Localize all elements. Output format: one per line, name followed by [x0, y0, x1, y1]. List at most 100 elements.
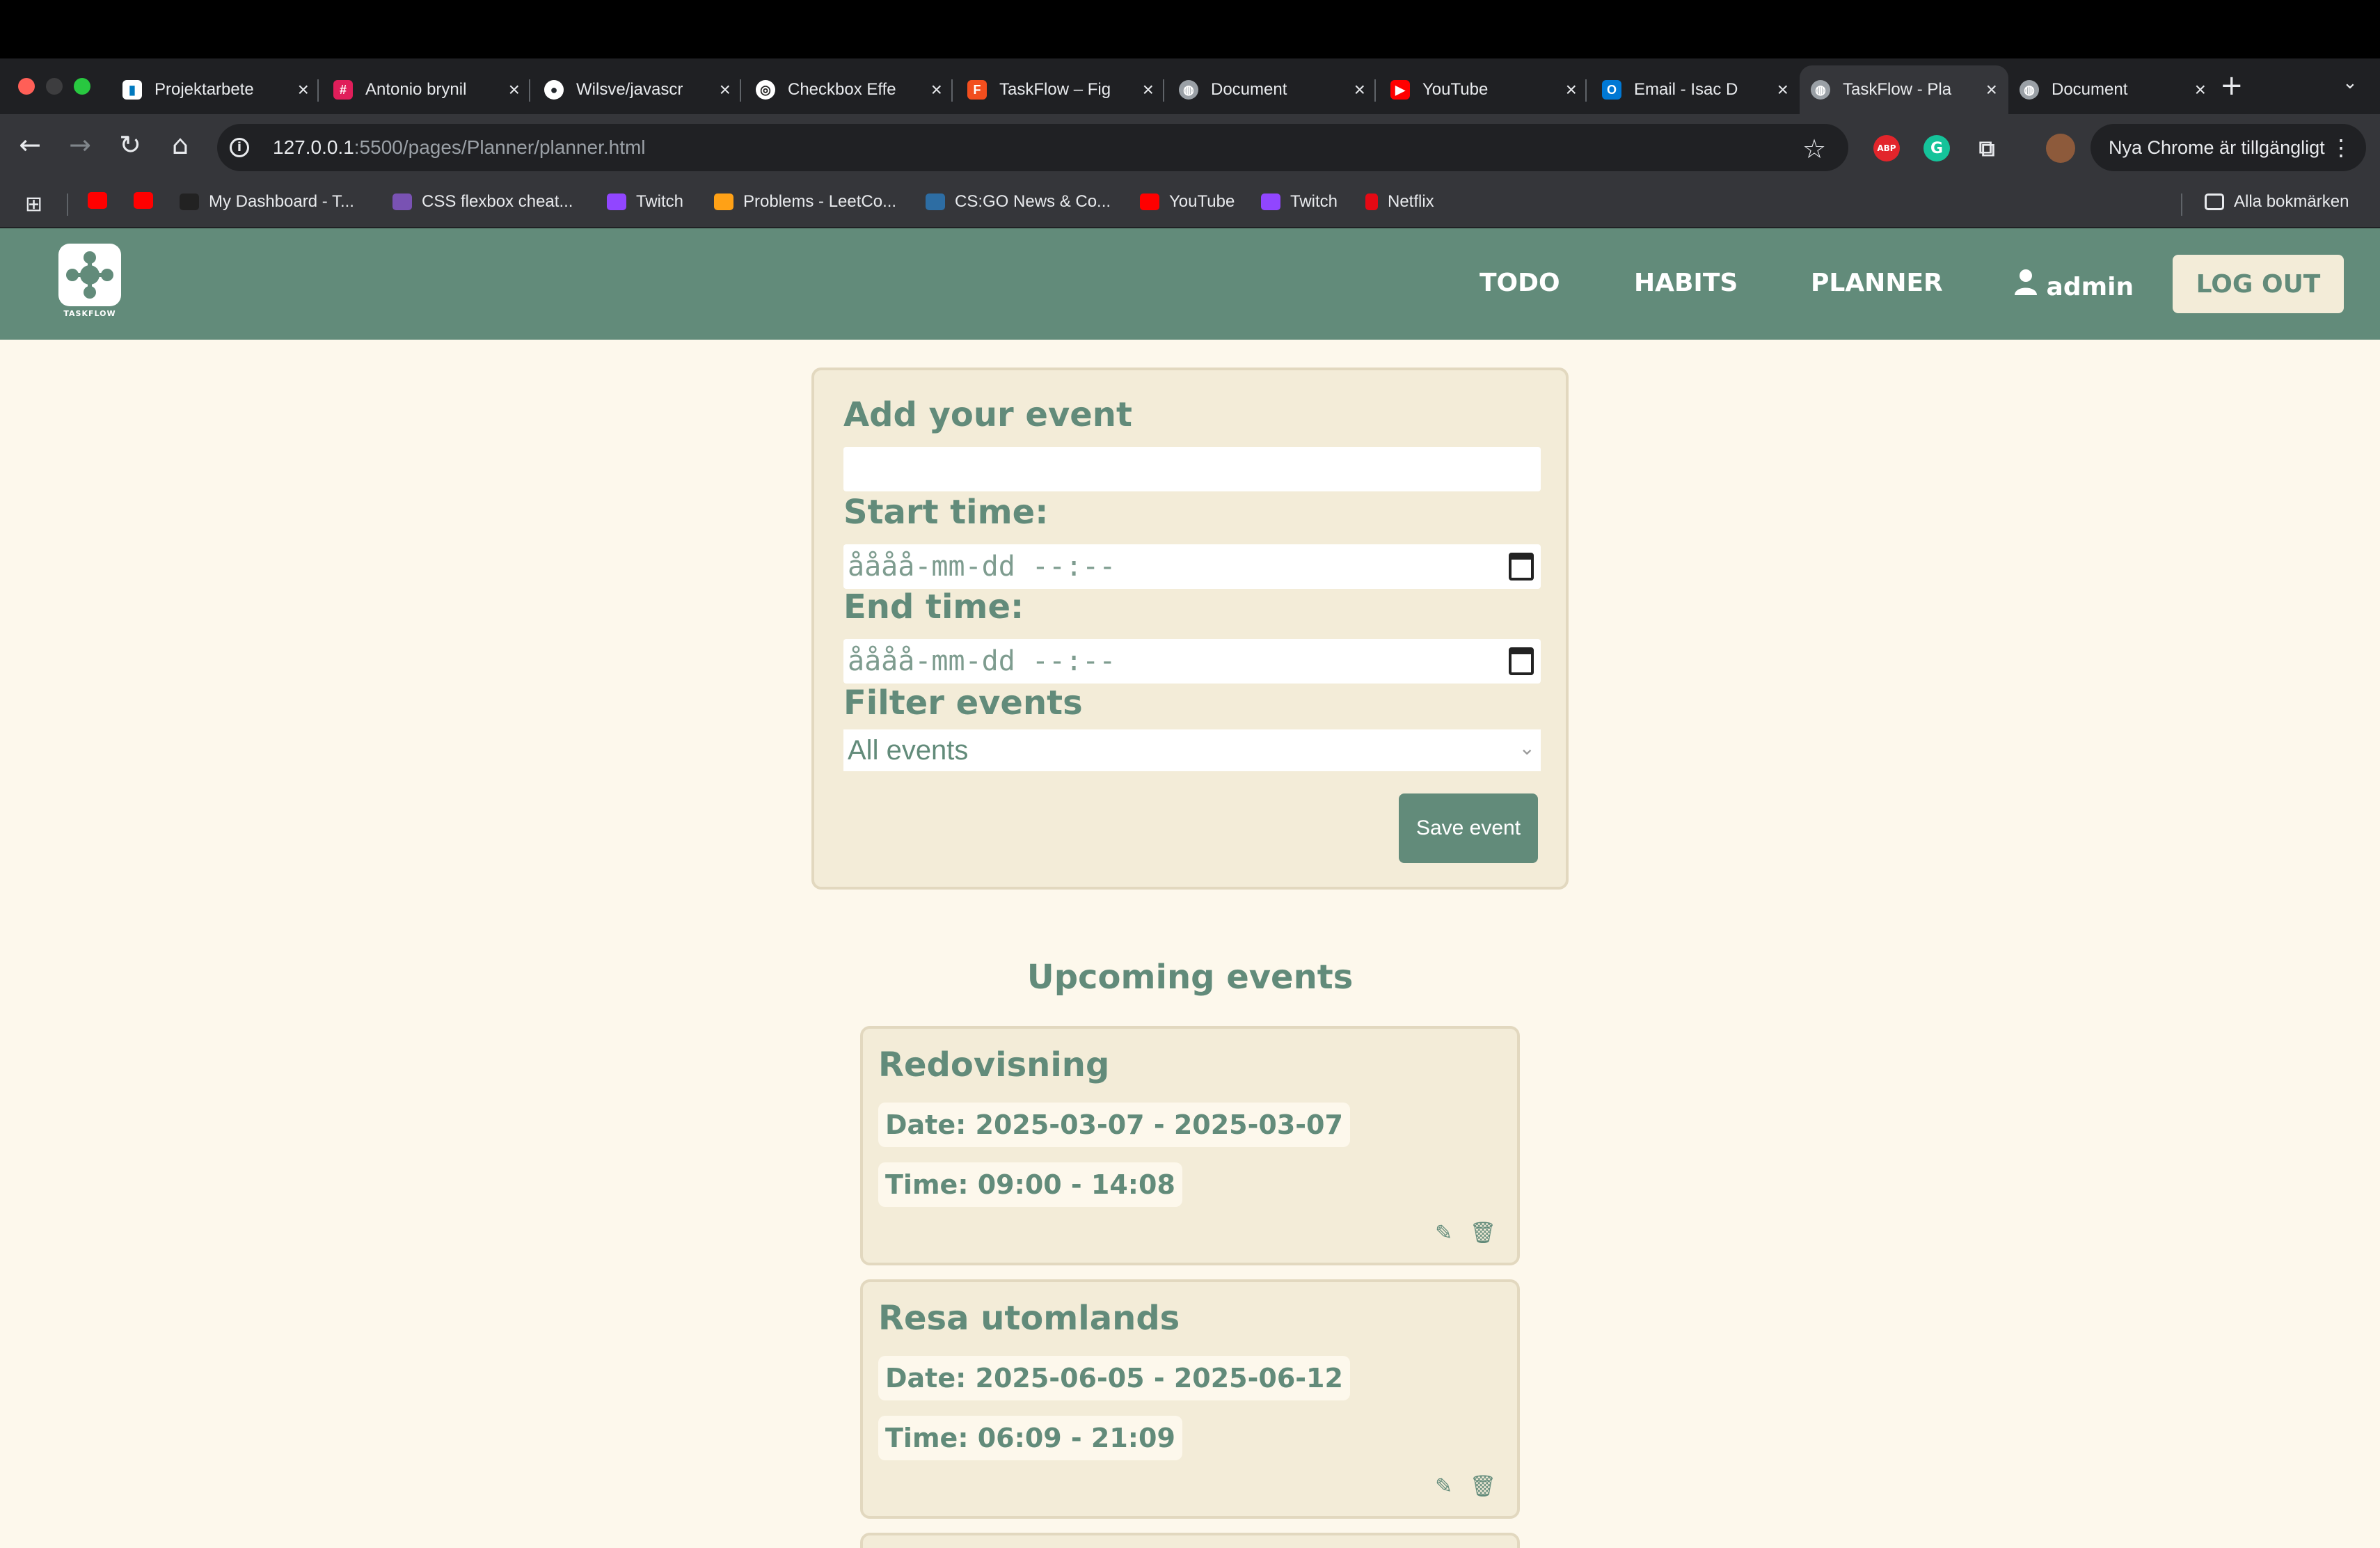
edit-icon[interactable]: ✎ [1435, 1221, 1452, 1245]
codepen-icon: ◎ [756, 80, 775, 100]
event-date: Date: 2025-03-07 - 2025-03-07 [878, 1103, 1350, 1147]
bookmark-label: Netflix [1388, 192, 1434, 211]
end-time-label: End time: [843, 587, 1024, 626]
close-tab-icon[interactable]: × [1354, 79, 1365, 101]
youtube-icon: ▶ [1390, 80, 1410, 100]
new-tab-plus-icon[interactable]: + [2220, 70, 2244, 102]
tab-divider [1163, 79, 1164, 102]
browser-tab-strip: ▮ Projektarbete × # Antonio brynil × ● W… [0, 58, 2380, 114]
reload-icon[interactable]: ↻ [113, 129, 148, 160]
bookmark-item[interactable]: Problems - LeetCo... [714, 192, 896, 212]
start-time-input[interactable]: åååå-mm-dd --:-- [843, 544, 1541, 589]
filter-selected-value: All events [848, 734, 969, 766]
browser-tab[interactable]: ● Wilsve/javascr × [533, 65, 742, 114]
bookmark-item[interactable]: Netflix [1365, 192, 1434, 212]
start-time-placeholder: åååå-mm-dd --:-- [848, 551, 1116, 583]
end-time-input[interactable]: åååå-mm-dd --:-- [843, 639, 1541, 684]
close-tab-icon[interactable]: × [2195, 79, 2206, 101]
bookmark-youtube-1[interactable] [88, 192, 117, 209]
close-tab-icon[interactable]: × [931, 79, 942, 101]
browser-tab[interactable]: ◎ Checkbox Effe × [745, 65, 953, 114]
nav-todo[interactable]: TODO [1479, 269, 1560, 297]
tab-search-chevron-icon[interactable]: ⌄ [2342, 72, 2358, 93]
tab-divider [317, 79, 319, 102]
tab-title: TaskFlow - Pla [1843, 80, 1952, 99]
filter-events-label: Filter events [843, 684, 1083, 722]
youtube-icon [134, 192, 153, 209]
tab-title: YouTube [1422, 80, 1489, 99]
browser-tab-active[interactable]: ◍ TaskFlow - Pla × [1800, 65, 2008, 114]
forward-arrow-icon[interactable]: → [63, 129, 97, 160]
tab-title: Wilsve/javascr [576, 80, 683, 99]
profile-avatar[interactable] [2046, 134, 2075, 163]
browser-tab[interactable]: O Email - Isac D × [1591, 65, 1800, 114]
taskflow-logo[interactable] [58, 244, 121, 306]
upcoming-events-heading: Upcoming events [1026, 958, 1354, 997]
tab-divider [740, 79, 741, 102]
close-window-button[interactable] [18, 78, 35, 95]
close-tab-icon[interactable]: × [1986, 79, 1997, 101]
browser-tab[interactable]: ◍ Document × [2008, 65, 2217, 114]
bookmark-star-icon[interactable]: ☆ [1802, 134, 1826, 164]
bookmarks-bar: ⊞ My Dashboard - T... CSS flexbox cheat.… [0, 181, 2380, 228]
close-tab-icon[interactable]: × [1777, 79, 1788, 101]
filter-events-select[interactable]: All events ⌄ [843, 729, 1541, 771]
bookmark-label: CSS flexbox cheat... [422, 192, 573, 211]
maximize-window-button[interactable] [74, 78, 90, 95]
bookmark-label: CS:GO News & Co... [955, 192, 1111, 211]
close-tab-icon[interactable]: × [1566, 79, 1577, 101]
browser-tab[interactable]: ▶ YouTube × [1379, 65, 1588, 114]
trash-icon[interactable]: 🗑 [1470, 1221, 1496, 1245]
bookmark-item[interactable]: Twitch [607, 192, 683, 212]
end-time-placeholder: åååå-mm-dd --:-- [848, 645, 1116, 677]
close-tab-icon[interactable]: × [509, 79, 520, 101]
globe-icon: ◍ [1179, 80, 1198, 100]
all-bookmarks-button[interactable]: Alla bokmärken [2205, 192, 2349, 212]
close-tab-icon[interactable]: × [298, 79, 309, 101]
close-tab-icon[interactable]: × [720, 79, 731, 101]
grammarly-icon[interactable]: G [1923, 135, 1950, 161]
site-info-icon[interactable]: i [230, 138, 249, 157]
save-event-button[interactable]: Save event [1399, 793, 1538, 863]
chrome-update-button[interactable]: Nya Chrome är tillgängligt ⋮ [2091, 124, 2366, 171]
logout-button[interactable]: LOG OUT [2173, 255, 2344, 313]
browser-tab[interactable]: ◍ Document × [1168, 65, 1377, 114]
home-icon[interactable]: ⌂ [163, 129, 198, 160]
tab-title: Document [1211, 80, 1287, 99]
url-path: :5500/pages/Planner/planner.html [354, 136, 646, 158]
event-title-input[interactable] [843, 447, 1541, 491]
close-tab-icon[interactable]: × [1143, 79, 1154, 101]
browser-tab[interactable]: F TaskFlow – Fig × [956, 65, 1165, 114]
bookmark-item[interactable]: My Dashboard - T... [180, 192, 354, 212]
nav-user[interactable]: admin [2014, 269, 2134, 301]
planner-page: TASKFLOW TODO HABITS PLANNER admin LOG O… [0, 228, 2380, 1548]
address-bar[interactable]: 127.0.0.1:5500/pages/Planner/planner.htm… [217, 124, 1848, 171]
minimize-window-button[interactable] [46, 78, 63, 95]
add-event-form: Add your event Start time: åååå-mm-dd --… [811, 368, 1569, 890]
bookmark-item[interactable]: CS:GO News & Co... [926, 192, 1111, 212]
back-arrow-icon[interactable]: ← [13, 129, 47, 160]
logo-text: TASKFLOW [63, 309, 116, 318]
bookmark-item[interactable]: CSS flexbox cheat... [392, 192, 573, 212]
extensions-puzzle-icon[interactable]: ⧉ [1974, 135, 2000, 161]
bookmark-youtube-2[interactable] [134, 192, 163, 209]
calendar-icon[interactable] [1509, 553, 1534, 580]
edit-icon[interactable]: ✎ [1435, 1474, 1452, 1499]
url-host: 127.0.0.1 [273, 136, 354, 158]
trash-icon[interactable]: 🗑 [1470, 1474, 1496, 1499]
event-time: Time: 09:00 - 14:08 [878, 1162, 1182, 1207]
bookmark-item[interactable]: Twitch [1261, 192, 1338, 212]
adblock-icon[interactable]: ABP [1873, 135, 1900, 161]
nav-planner[interactable]: PLANNER [1811, 269, 1943, 297]
tab-divider [1585, 79, 1587, 102]
bookmark-item[interactable]: YouTube [1140, 192, 1235, 212]
app-navbar: TASKFLOW TODO HABITS PLANNER admin LOG O… [0, 228, 2380, 340]
menu-bar-area [0, 0, 2380, 58]
calendar-icon[interactable] [1509, 647, 1534, 675]
slack-icon: # [333, 80, 353, 100]
apps-grid-icon[interactable]: ⊞ [25, 192, 42, 216]
start-time-label: Start time: [843, 493, 1049, 532]
browser-tab[interactable]: # Antonio brynil × [322, 65, 531, 114]
nav-habits[interactable]: HABITS [1634, 269, 1738, 297]
browser-tab[interactable]: ▮ Projektarbete × [111, 65, 320, 114]
